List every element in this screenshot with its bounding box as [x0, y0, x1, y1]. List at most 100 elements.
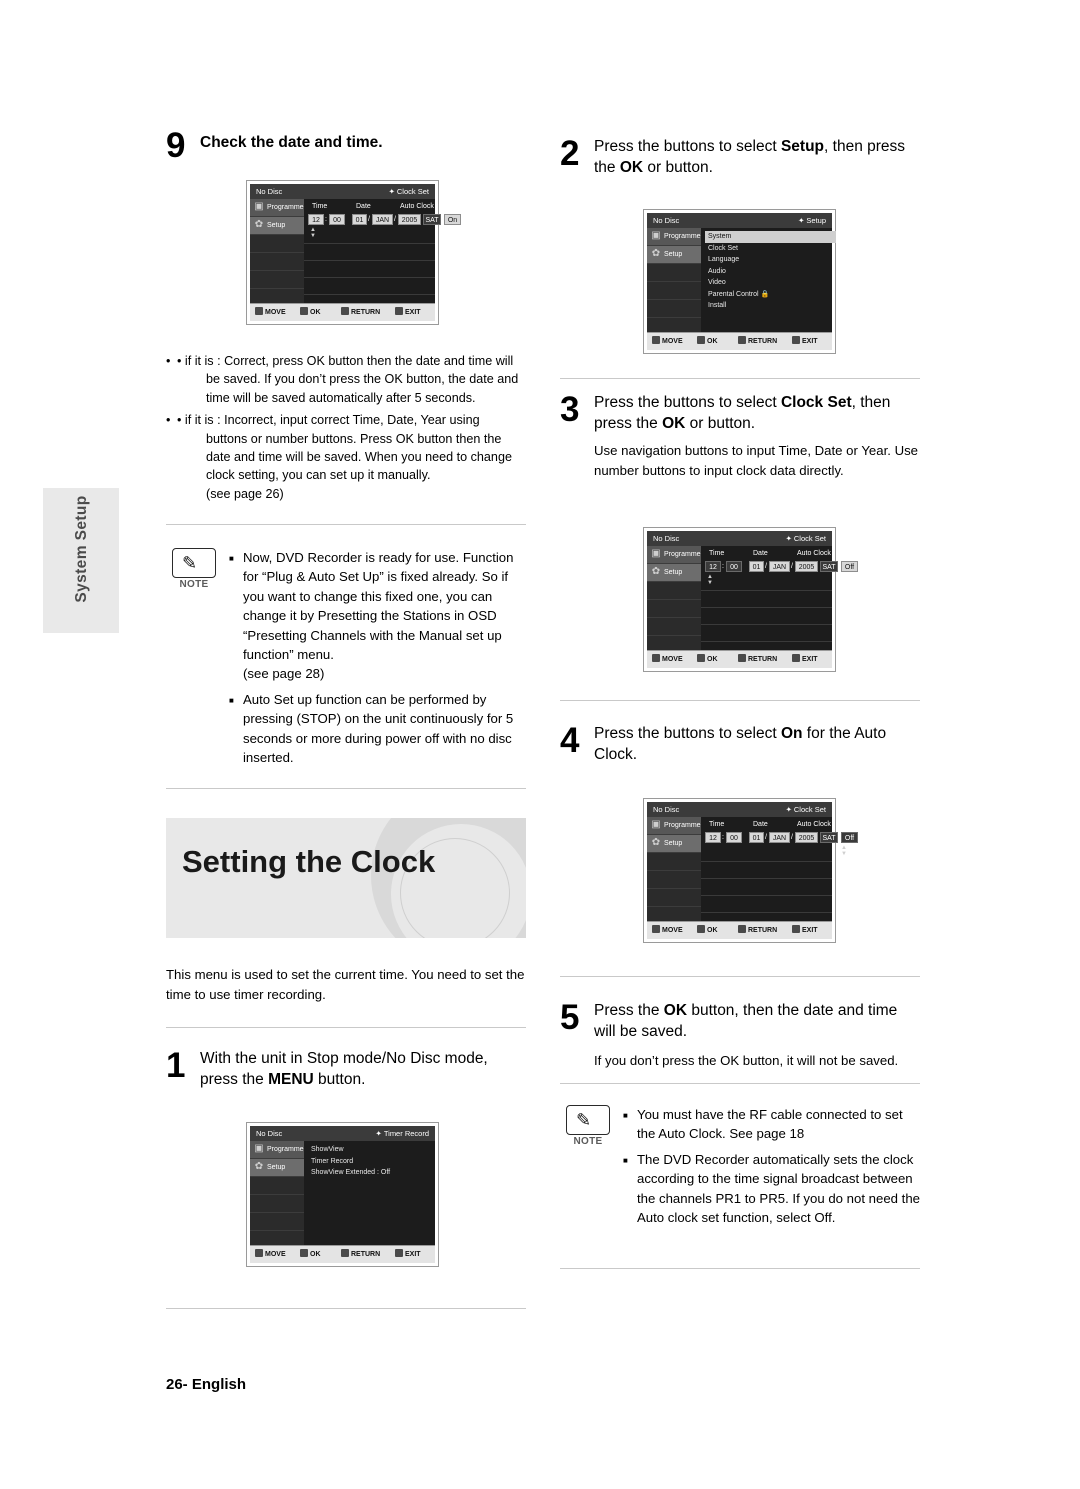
date-month-field[interactable]: JAN [372, 214, 393, 225]
osd-side-setup[interactable]: ✿ Setup [250, 217, 304, 235]
time-minute-field[interactable]: 00 [726, 832, 742, 843]
date-year-field[interactable]: 2005 [795, 561, 818, 572]
osd-side-programme[interactable]: ▣ Programme [647, 228, 701, 246]
time-minute-field[interactable]: 00 [726, 561, 742, 572]
osd-btn-exit[interactable]: EXIT [792, 925, 818, 936]
osd-content: Time Date Auto Clock 12 : 00 01 / JAN / … [701, 817, 858, 922]
osd-btn-exit[interactable]: EXIT [395, 1249, 421, 1260]
step-2-number: 2 [560, 134, 580, 173]
divider [166, 524, 526, 525]
osd-disc-status: No Disc [653, 216, 680, 225]
date-year-field[interactable]: 2005 [398, 214, 421, 225]
note-icon: ✎ [566, 1105, 610, 1135]
step-3-number: 3 [560, 390, 580, 429]
note-item: The DVD Recorder automatically sets the … [623, 1150, 920, 1228]
note-item: Now, DVD Recorder is ready for use. Func… [229, 548, 526, 684]
section-title: Setting the Clock [182, 844, 436, 879]
osd-side-row [647, 582, 701, 600]
step-3-text: Press the buttons to select Clock Set, t… [594, 394, 891, 432]
osd-side-programme[interactable]: ▣ Programme [250, 1141, 304, 1159]
osd-sidebar: ▣ Programme ✿ Setup [250, 1141, 304, 1249]
osd-btn-return[interactable]: RETURN [738, 336, 777, 347]
osd-btn-return[interactable]: RETURN [341, 307, 380, 318]
osd-side-programme[interactable]: ▣ Programme [647, 546, 701, 564]
menu-item-showview[interactable]: ShowView [308, 1144, 390, 1156]
osd-side-setup[interactable]: ✿ Setup [647, 835, 701, 853]
time-hour-field[interactable]: 12 [705, 832, 721, 843]
osd-screen: No Disc ✦Clock Set ▣ Programme ✿ Setup [250, 184, 461, 321]
divider [166, 788, 526, 789]
osd-btn-ok[interactable]: OK [697, 925, 718, 936]
date-day-field[interactable]: 01 [749, 832, 764, 843]
osd-side-setup[interactable]: ✿ Setup [647, 564, 701, 582]
date-slash-1: / [765, 834, 767, 841]
date-month-field[interactable]: JAN [769, 832, 790, 843]
bullet-incorrect-body: buttons or number buttons. Press OK butt… [206, 431, 512, 483]
osd-btn-move[interactable]: MOVE [652, 336, 683, 347]
osd-title-text: Setup [806, 216, 826, 225]
auto-clock-field[interactable]: On [444, 214, 461, 225]
osd-side-programme[interactable]: ▣ Programme [250, 199, 304, 217]
osd-side-programme-label: Programme [664, 551, 701, 558]
osd-btn-move[interactable]: MOVE [652, 925, 683, 936]
osd-clock-set-2: No Disc ✦Clock Set ▣ Programme ✿ Setup [643, 527, 858, 672]
up-down-arrow-icon: ▲ ▼ [841, 845, 847, 857]
date-day-field[interactable]: 01 [352, 214, 367, 225]
osd-btn-exit[interactable]: EXIT [792, 336, 818, 347]
date-day-field[interactable]: 01 [749, 561, 764, 572]
date-year-field[interactable]: 2005 [795, 832, 818, 843]
osd-side-programme[interactable]: ▣ Programme [647, 817, 701, 835]
menu-item-audio[interactable]: Audio [705, 266, 836, 278]
time-hour-field[interactable]: 12 [705, 561, 721, 572]
side-tab-label: System Setup [73, 495, 90, 603]
osd-side-row [250, 1177, 304, 1195]
osd-btn-ok[interactable]: OK [697, 654, 718, 665]
osd-btn-ok[interactable]: OK [697, 336, 718, 347]
bullet-correct-body: be saved. If you don’t press the OK butt… [206, 372, 519, 405]
osd-btn-return[interactable]: RETURN [738, 654, 777, 665]
osd-title-text: Timer Record [383, 1129, 429, 1138]
osd-side-row [250, 1213, 304, 1231]
osd-btn-move[interactable]: MOVE [652, 654, 683, 665]
osd-btn-return[interactable]: RETURN [738, 925, 777, 936]
osd-side-setup[interactable]: ✿ Setup [647, 246, 701, 264]
bullet-incorrect: • if it is : Incorrect, input correct Ti… [166, 411, 526, 503]
programme-icon: ▣ [254, 1143, 264, 1154]
osd-btn-ok[interactable]: OK [300, 1249, 321, 1260]
osd-btn-move[interactable]: MOVE [255, 1249, 286, 1260]
osd-titlebar: No Disc ✦ Setup [647, 213, 832, 228]
osd-btn-ok[interactable]: OK [300, 307, 321, 318]
time-hour-field[interactable]: 12 [308, 214, 324, 225]
menu-item-install[interactable]: Install [705, 300, 836, 312]
step-2: 2 Press the buttons to select Setup, the… [560, 136, 920, 178]
osd-side-setup[interactable]: ✿ Setup [250, 1159, 304, 1177]
auto-clock-field[interactable]: Off [841, 561, 858, 572]
step-1-text: With the unit in Stop mode/No Disc mode,… [200, 1050, 488, 1088]
osd-side-row [647, 300, 701, 318]
osd-btn-exit[interactable]: EXIT [395, 307, 421, 318]
auto-clock-field[interactable]: Off [841, 832, 858, 843]
menu-item-language[interactable]: Language [705, 254, 836, 266]
osd-timer-record: No Disc ✦ Timer Record ▣ Programme ✿ Setu… [246, 1122, 439, 1267]
divider [166, 1027, 526, 1028]
menu-item-showview-extended[interactable]: ShowView Extended : Off [308, 1167, 390, 1179]
menu-item-clock-set[interactable]: Clock Set [705, 243, 836, 255]
osd-side-setup-label: Setup [267, 1164, 286, 1171]
osd-btn-return[interactable]: RETURN [341, 1249, 380, 1260]
menu-item-timer-record[interactable]: Timer Record [308, 1156, 390, 1168]
osd-side-row [647, 264, 701, 282]
note-label: NOTE [573, 1136, 603, 1147]
menu-item-video[interactable]: Video [705, 277, 836, 289]
osd-setup-menu: No Disc ✦ Setup ▣ Programme ✿ Setup Syst… [643, 209, 836, 354]
osd-btn-move[interactable]: MOVE [255, 307, 286, 318]
osd-btn-exit[interactable]: EXIT [792, 654, 818, 665]
note-item-text: The DVD Recorder automatically sets the … [637, 1151, 920, 1226]
osd-buttonbar: MOVE OK RETURN EXIT [250, 303, 435, 321]
date-month-field[interactable]: JAN [769, 561, 790, 572]
osd-title: ✦ Clock Set [388, 187, 429, 196]
programme-icon: ▣ [254, 201, 264, 212]
menu-item-parental-control[interactable]: Parental Control 🔒 [705, 289, 836, 301]
menu-item-system[interactable]: System [705, 231, 836, 243]
footer-language: English [191, 1376, 247, 1393]
time-minute-field[interactable]: 00 [329, 214, 345, 225]
